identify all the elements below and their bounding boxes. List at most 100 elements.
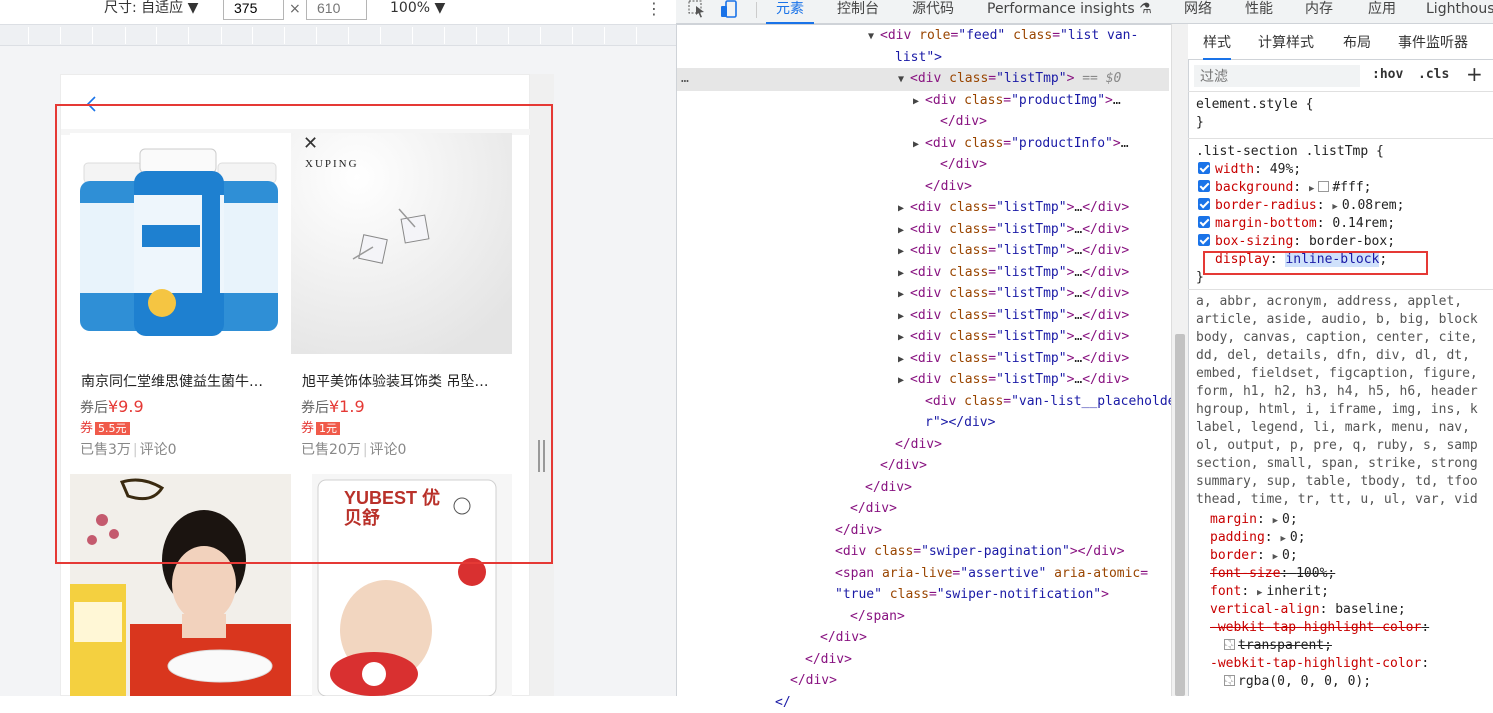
css-property-name[interactable]: box-sizing	[1215, 234, 1293, 249]
dom-node-line[interactable]: </div>	[677, 154, 1169, 176]
property-checkbox[interactable]	[1198, 216, 1210, 228]
element-style-selector[interactable]: element.style {	[1196, 97, 1313, 112]
devtools-tab[interactable]: Performance insights ⚗	[987, 0, 1152, 24]
tab-styles[interactable]: 样式	[1203, 32, 1231, 60]
devtools-tab[interactable]: 内存	[1305, 0, 1333, 24]
css-property-name[interactable]: margin	[1210, 512, 1257, 527]
dom-node-line[interactable]: ▶<div class="listTmp">…</div>	[677, 283, 1169, 306]
dom-node-line[interactable]: ▶<div class="productInfo">…	[677, 133, 1169, 156]
expand-triangle-icon[interactable]: ▼	[898, 69, 910, 91]
css-property-value[interactable]: border-box;	[1309, 234, 1395, 249]
device-height-input[interactable]	[306, 0, 367, 20]
dom-node-line[interactable]: ▶<div class="listTmp">…</div>	[677, 305, 1169, 328]
css-declaration[interactable]: width: 49%;	[1198, 161, 1301, 179]
css-property-name[interactable]: margin-bottom	[1215, 216, 1317, 231]
css-declaration[interactable]: margin: ▶0;	[1188, 511, 1298, 530]
devtools-tab[interactable]: 网络	[1184, 0, 1212, 24]
css-property-value[interactable]: 0;	[1282, 548, 1298, 563]
media-query-ruler[interactable]	[0, 24, 676, 46]
collapse-triangle-icon[interactable]: ▶	[913, 91, 925, 113]
dom-node-line[interactable]: </div>	[677, 520, 1169, 542]
collapse-triangle-icon[interactable]: ▶	[898, 220, 910, 242]
dom-node-line[interactable]: </div>	[677, 434, 1169, 456]
css-property-name[interactable]: padding	[1210, 530, 1265, 545]
new-rule-plus-icon[interactable]: +	[1466, 62, 1483, 86]
dom-node-line[interactable]: <span aria-live="assertive" aria-atomic=	[677, 563, 1169, 585]
css-declaration[interactable]: vertical-align: baseline;	[1188, 601, 1406, 619]
color-swatch-icon[interactable]	[1224, 675, 1235, 686]
dom-node-line[interactable]: <div class="van-list__placeholde	[677, 391, 1169, 413]
styles-filter-input[interactable]	[1194, 65, 1360, 87]
dom-node-line[interactable]: <div class="swiper-pagination"></div>	[677, 541, 1169, 563]
collapse-triangle-icon[interactable]: ▶	[898, 327, 910, 349]
css-declaration[interactable]: -webkit-tap-highlight-color:	[1188, 655, 1429, 673]
expand-triangle-icon[interactable]: ▼	[868, 26, 880, 48]
collapse-triangle-icon[interactable]: ▶	[898, 263, 910, 285]
css-rule-header[interactable]: .list-section .listTmp {	[1196, 143, 1384, 161]
collapse-triangle-icon[interactable]: ▶	[898, 241, 910, 263]
css-property-value[interactable]: rgba(0, 0, 0, 0);	[1238, 674, 1371, 689]
device-toolbar-icon[interactable]	[720, 0, 740, 20]
color-swatch-icon[interactable]	[1318, 181, 1329, 192]
css-declaration[interactable]: transparent;	[1188, 637, 1332, 655]
css-property-name[interactable]: font	[1210, 584, 1241, 599]
collapse-triangle-icon[interactable]: ▶	[898, 198, 910, 220]
css-declaration[interactable]: -webkit-tap-highlight-color:	[1188, 619, 1429, 637]
css-declaration[interactable]: background: ▶#fff;	[1198, 179, 1372, 198]
css-declaration[interactable]: box-sizing: border-box;	[1198, 233, 1395, 251]
css-property-name[interactable]: vertical-align	[1210, 602, 1320, 617]
dom-node-line[interactable]: ▶<div class="listTmp">…</div>	[677, 262, 1169, 285]
more-options-icon[interactable]: ⋮	[646, 0, 662, 18]
dom-node-line[interactable]: ▼<div role="feed" class="list van-	[677, 25, 1169, 48]
elements-scrollbar[interactable]	[1171, 24, 1188, 696]
property-checkbox[interactable]	[1198, 234, 1210, 246]
css-property-name[interactable]: border-radius	[1215, 198, 1317, 213]
property-checkbox[interactable]	[1198, 162, 1210, 174]
class-toggle[interactable]: .cls	[1418, 67, 1449, 82]
dom-node-line[interactable]: </div>	[677, 455, 1169, 477]
css-declaration[interactable]: margin-bottom: 0.14rem;	[1198, 215, 1395, 233]
devtools-tab[interactable]: 应用	[1368, 0, 1396, 24]
node-actions-dots[interactable]: …	[681, 68, 689, 90]
css-property-name[interactable]: font-size	[1210, 566, 1280, 581]
dom-node-line[interactable]: ▶<div class="listTmp">…</div>	[677, 326, 1169, 349]
css-declaration[interactable]: font: ▶inherit;	[1188, 583, 1329, 602]
css-property-value[interactable]: 49%;	[1270, 162, 1301, 177]
elements-panel[interactable]: ▼<div role="feed" class="list van-list">…	[676, 25, 1171, 696]
css-property-value[interactable]: inherit;	[1266, 584, 1329, 599]
css-declaration[interactable]: padding: ▶0;	[1188, 529, 1306, 548]
hover-state-toggle[interactable]: :hov	[1372, 67, 1403, 82]
tab-event-listeners[interactable]: 事件监听器	[1398, 32, 1468, 52]
style-rules[interactable]: element.style {}.list-section .listTmp {…	[1188, 92, 1493, 696]
devtools-tab[interactable]: Lighthouse	[1426, 0, 1493, 24]
devtools-tab[interactable]: 元素	[766, 0, 814, 24]
css-declaration[interactable]: border-radius: ▶0.08rem;	[1198, 197, 1404, 216]
css-property-name[interactable]: -webkit-tap-highlight-color	[1210, 620, 1421, 635]
color-swatch-icon[interactable]	[1224, 639, 1235, 650]
dom-node-line[interactable]: ▶<div class="productImg">…	[677, 90, 1169, 113]
expand-shorthand-icon[interactable]: ▶	[1273, 516, 1278, 526]
dom-node-line[interactable]: </	[677, 692, 1169, 713]
collapse-triangle-icon[interactable]: ▶	[898, 284, 910, 306]
css-property-value[interactable]: baseline;	[1335, 602, 1405, 617]
device-width-input[interactable]	[223, 0, 284, 20]
dom-node-line[interactable]: </div>	[677, 176, 1169, 198]
css-property-name[interactable]: -webkit-tap-highlight-color	[1210, 656, 1421, 671]
dom-node-line[interactable]: </span>	[677, 606, 1169, 628]
dom-node-line[interactable]: ▼<div class="listTmp"> == $0…	[677, 68, 1169, 91]
expand-shorthand-icon[interactable]: ▶	[1309, 184, 1314, 194]
property-checkbox[interactable]	[1198, 198, 1210, 210]
css-property-value[interactable]: transparent;	[1238, 638, 1332, 653]
devtools-tab[interactable]: 源代码	[912, 0, 954, 24]
rule-selector[interactable]: .list-section .listTmp {	[1196, 144, 1384, 159]
expand-shorthand-icon[interactable]: ▶	[1280, 534, 1285, 544]
collapse-triangle-icon[interactable]: ▶	[913, 134, 925, 156]
dom-node-line[interactable]: ▶<div class="listTmp">…</div>	[677, 348, 1169, 371]
devtools-tab[interactable]: 性能	[1245, 0, 1273, 24]
css-property-value[interactable]: 100%;	[1296, 566, 1335, 581]
expand-shorthand-icon[interactable]: ▶	[1257, 588, 1262, 598]
dom-node-line[interactable]: ▶<div class="listTmp">…</div>	[677, 197, 1169, 220]
collapse-triangle-icon[interactable]: ▶	[898, 306, 910, 328]
css-property-value[interactable]: #fff;	[1332, 180, 1371, 195]
dom-node-line[interactable]: </div>	[677, 649, 1169, 671]
